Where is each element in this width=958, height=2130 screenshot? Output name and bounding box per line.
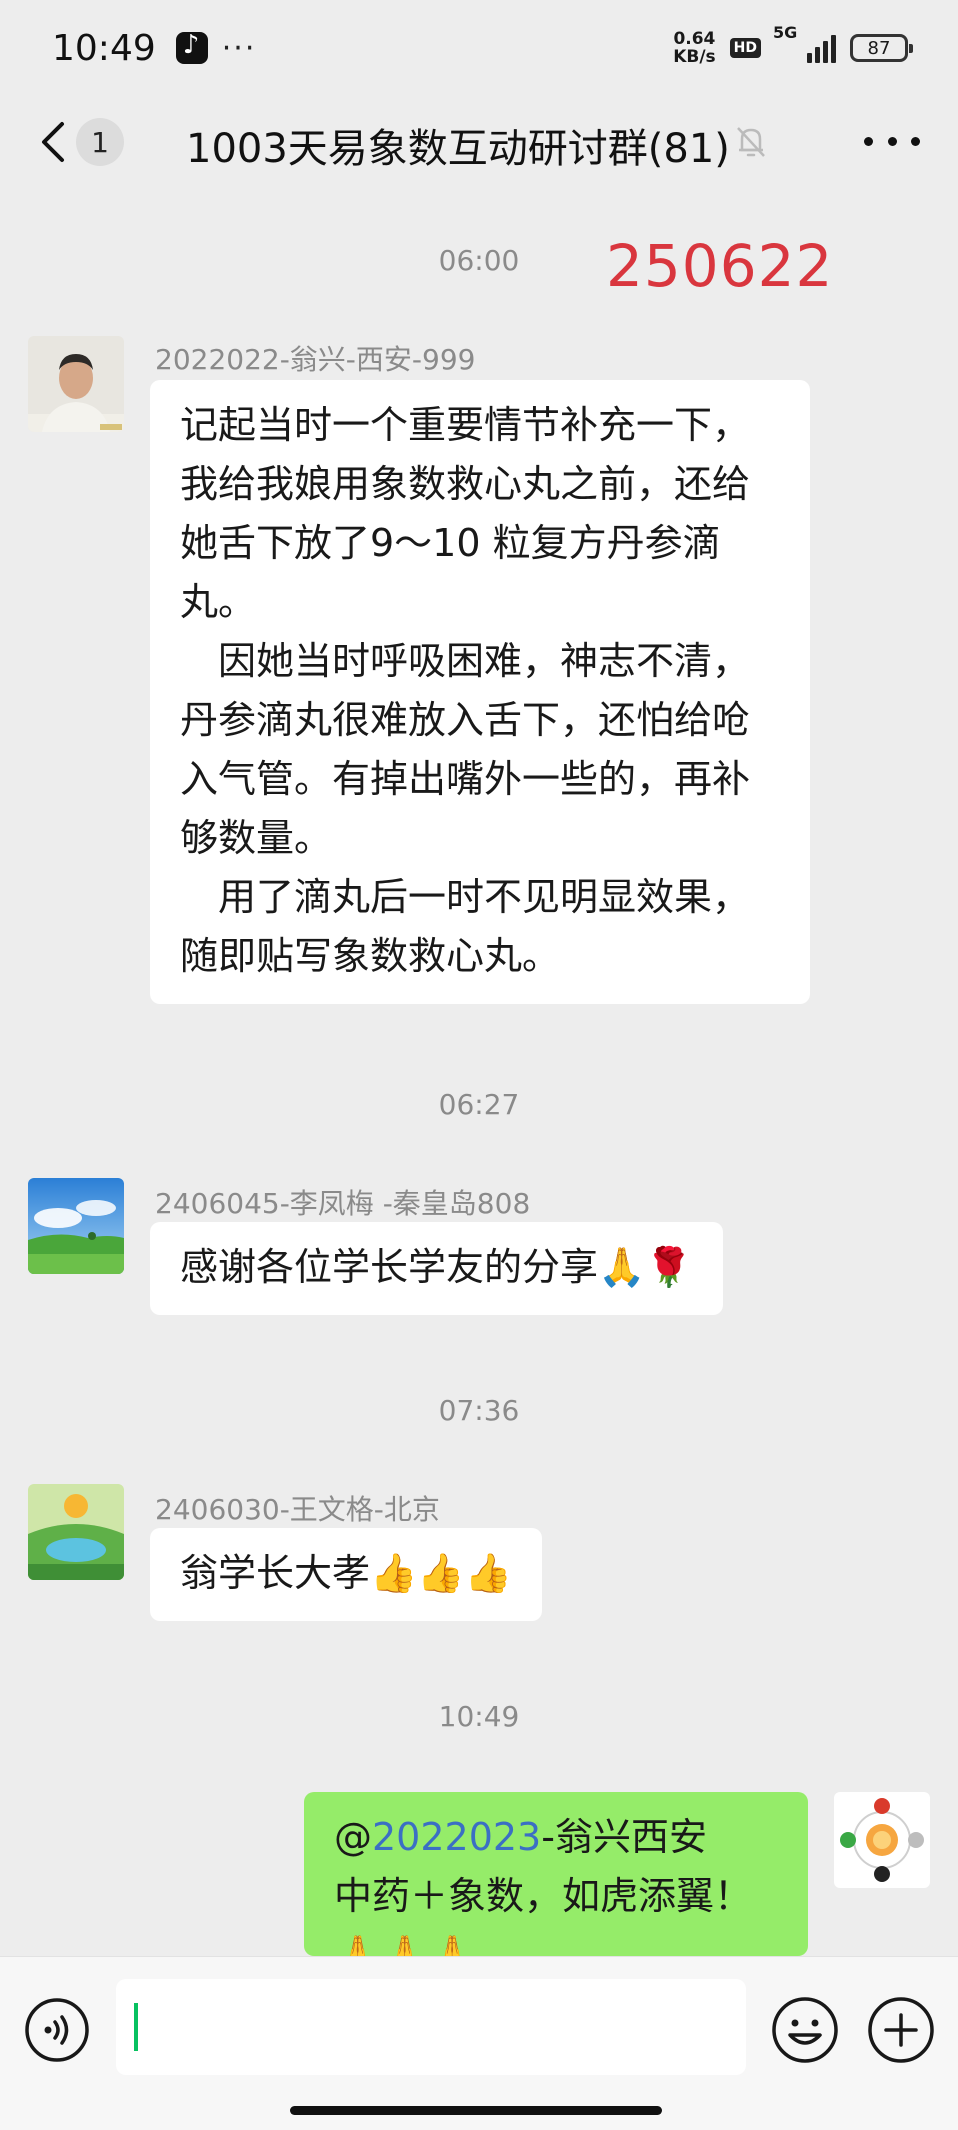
mention-link[interactable]: 2022023 (372, 1815, 541, 1859)
message-line: 用了滴丸后一时不见明显效果， (180, 875, 751, 919)
message-line: 随即贴写象数救心丸。 (180, 934, 561, 978)
avatar[interactable] (28, 1178, 124, 1274)
input-bar (0, 1956, 958, 2130)
message-input[interactable] (116, 1979, 746, 2075)
chat-header: 1 1003天易象数互动研讨群(81) (0, 96, 958, 186)
message-text: 翁学长大孝 (180, 1551, 371, 1595)
status-time: 10:49 (52, 27, 156, 69)
date-stamp: 250622 (606, 232, 834, 300)
message-bubble[interactable]: 感谢各位学长学友的分享🙏🌹 (150, 1222, 723, 1315)
message-timestamp: 06:27 (438, 1088, 520, 1121)
message-line: 记起当时一个重要情节补充一下， (180, 403, 751, 447)
emoji-icon[interactable] (770, 1995, 840, 2065)
more-notifications-icon: ··· (221, 30, 257, 66)
message-line: 我给我娘用象数救心丸之前，还给 (180, 462, 751, 506)
mention-rest: -翁兴西安 (541, 1815, 707, 1859)
signal-label: 5G (773, 23, 798, 42)
back-icon[interactable] (36, 120, 76, 164)
message-line: 她舌下放了9～10 粒复方丹参滴 (180, 521, 721, 565)
chat-title: 1003天易象数互动研讨群(81) (186, 126, 730, 172)
tiktok-icon (175, 30, 208, 64)
voice-input-icon[interactable] (24, 1997, 90, 2063)
text-caret (134, 2003, 138, 2051)
pray-rose-emoji: 🙏🌹 (598, 1245, 693, 1289)
message-emoji: 🙏🙏🙏 (334, 1933, 476, 1956)
battery-icon: 87 (850, 34, 913, 62)
battery-level: 87 (867, 37, 891, 59)
my-avatar[interactable] (834, 1792, 930, 1888)
message-timestamp: 10:49 (438, 1700, 520, 1733)
mute-bell-icon (737, 127, 765, 157)
network-speed: 0.64 KB/s (673, 30, 715, 66)
sender-name: 2406030-王文格-北京 (155, 1493, 440, 1526)
signal-icon: 5G (773, 23, 836, 63)
unread-badge[interactable]: 1 (76, 118, 124, 166)
more-options-icon[interactable] (864, 118, 920, 164)
thumbs-up-emoji: 👍👍👍 (370, 1551, 512, 1595)
mention-at: @ (334, 1815, 372, 1859)
sender-name: 2406045-李凤梅 -秦皇岛808 (155, 1187, 531, 1220)
message-line: 中药＋象数，如虎添翼！ (334, 1874, 753, 1918)
message-line: 丸。 (180, 580, 257, 624)
avatar[interactable] (28, 1484, 124, 1580)
sender-name: 2022022-翁兴-西安-999 (155, 343, 476, 376)
network-speed-value: 0.64 (673, 29, 716, 49)
message-line: @2022023-翁兴西安 (334, 1808, 778, 1867)
message-line: 丹参滴丸很难放入舌下，还怕给呛 (180, 698, 751, 742)
message-line: 因她当时呼吸困难，神志不清， (180, 639, 751, 683)
plus-icon[interactable] (866, 1995, 936, 2065)
message-text: 感谢各位学长学友的分享 (180, 1245, 599, 1289)
message-bubble[interactable]: 记起当时一个重要情节补充一下， 我给我娘用象数救心丸之前，还给 她舌下放了9～1… (150, 380, 810, 1004)
avatar[interactable] (28, 336, 124, 432)
message-line: 够数量。 (180, 816, 333, 860)
my-message-bubble[interactable]: @2022023-翁兴西安 中药＋象数，如虎添翼！ 🙏🙏🙏 (304, 1792, 808, 1956)
message-bubble[interactable]: 翁学长大孝👍👍👍 (150, 1528, 542, 1621)
message-timestamp: 07:36 (438, 1394, 520, 1427)
status-bar: 10:49 ··· 0.64 KB/s HD 5G 87 (0, 0, 958, 96)
message-line: 入气管。有掉出嘴外一些的，再补 (180, 757, 751, 801)
home-indicator[interactable] (290, 2106, 662, 2115)
network-speed-unit: KB/s (673, 47, 716, 67)
hd-icon: HD (729, 38, 761, 58)
